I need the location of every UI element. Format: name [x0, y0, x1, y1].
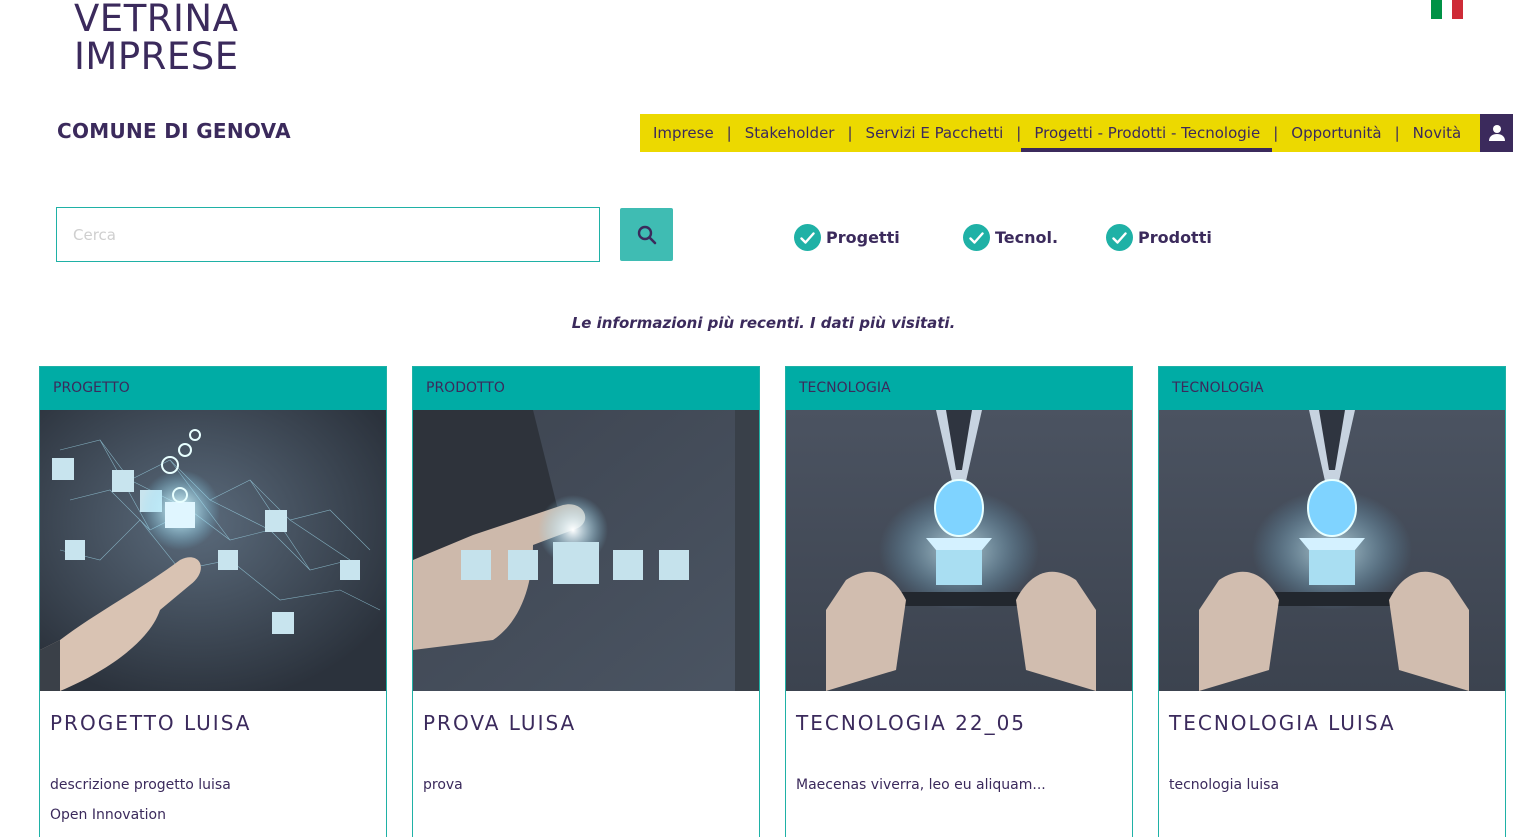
check-icon [1106, 224, 1133, 251]
logo[interactable]: VETRINA IMPRESE [74, 0, 239, 76]
main-nav: Imprese | Stakeholder | Servizi E Pacche… [640, 114, 1480, 152]
search-icon [637, 225, 656, 244]
nav-separator: | [1394, 124, 1400, 142]
nav-item-imprese[interactable]: Imprese [653, 114, 714, 152]
card-extra: Open Innovation [50, 807, 166, 823]
nav-item-progetti-prodotti-tecnologie[interactable]: Progetti - Prodotti - Tecnologie [1021, 114, 1273, 152]
filter-tecnologie[interactable]: Tecnol. [963, 224, 1058, 251]
hand-network-cubes-image [40, 410, 386, 691]
filter-label: Prodotti [1138, 228, 1212, 247]
card-description: prova [423, 777, 463, 793]
card-category: PRODOTTO [413, 367, 759, 410]
filter-prodotti[interactable]: Prodotti [1106, 224, 1212, 251]
card-category: PROGETTO [40, 367, 386, 410]
flag-stripe-white [1441, 0, 1453, 19]
card-category: TECNOLOGIA [1159, 367, 1505, 410]
smartphone-globe-box-image [786, 410, 1132, 691]
card-prova-luisa[interactable]: PRODOTTO PROVA LUISA prova [412, 366, 760, 837]
comune-title: COMUNE DI GENOVA [57, 119, 291, 143]
tagline: Le informazioni più recenti. I dati più … [571, 314, 956, 332]
flag-stripe-red [1452, 0, 1464, 19]
logo-line-2: IMPRESE [74, 35, 239, 78]
nav-item-stakeholder[interactable]: Stakeholder [745, 114, 835, 152]
card-title[interactable]: TECNOLOGIA 22_05 [796, 711, 1026, 735]
card-tecnologia-22-05[interactable]: TECNOLOGIA TECNOLOGIA 22_05 Maecenas viv… [785, 366, 1133, 837]
filter-progetti[interactable]: Progetti [794, 224, 900, 251]
search-button[interactable] [620, 208, 673, 261]
card-title[interactable]: PROVA LUISA [423, 711, 576, 735]
user-icon [1488, 125, 1505, 141]
card-category: TECNOLOGIA [786, 367, 1132, 410]
search-input[interactable] [56, 207, 600, 262]
card-title[interactable]: PROGETTO LUISA [50, 711, 251, 735]
flag-stripe-green [1431, 0, 1442, 19]
finger-pointing-cubes-image [413, 410, 759, 691]
check-icon [963, 224, 990, 251]
nav-item-opportunita[interactable]: Opportunità [1291, 114, 1381, 152]
nav-separator: | [726, 124, 732, 142]
card-title[interactable]: TECNOLOGIA LUISA [1169, 711, 1396, 735]
filter-label: Tecnol. [995, 228, 1059, 247]
card-progetto-luisa[interactable]: PROGETTO PROGETTO LUISA descrizione prog… [39, 366, 387, 837]
italian-flag-icon[interactable] [1431, 0, 1464, 19]
nav-separator: | [1273, 124, 1279, 142]
card-tecnologia-luisa[interactable]: TECNOLOGIA TECNOLOGIA LUISA tecnologia l… [1158, 366, 1506, 837]
logo-line-1: VETRINA [74, 0, 239, 40]
card-description: tecnologia luisa [1169, 777, 1280, 793]
check-icon [794, 224, 821, 251]
nav-item-servizi[interactable]: Servizi E Pacchetti [866, 114, 1004, 152]
card-description: descrizione progetto luisa [50, 777, 231, 793]
smartphone-globe-box-image [1159, 410, 1505, 691]
nav-item-novita[interactable]: Novità [1413, 114, 1462, 152]
nav-separator: | [1016, 124, 1022, 142]
filter-label: Progetti [826, 228, 900, 247]
user-button[interactable] [1480, 114, 1513, 152]
nav-separator: | [847, 124, 853, 142]
card-description: Maecenas viverra, leo eu aliquam... [796, 777, 1046, 793]
